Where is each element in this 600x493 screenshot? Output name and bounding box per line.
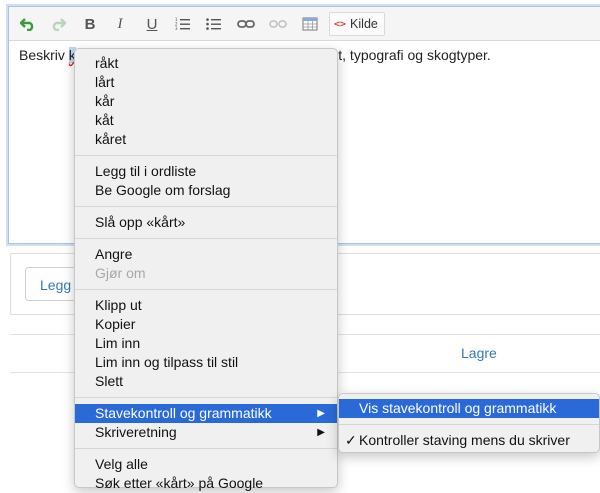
suggestion-item[interactable]: råkt	[75, 54, 337, 73]
link-icon[interactable]	[235, 13, 257, 35]
numbered-list-icon[interactable]: 123	[172, 13, 194, 35]
show-spelling-item[interactable]: Vis stavekontroll og grammatikk	[339, 399, 599, 418]
redo-item: Gjør om	[95, 265, 146, 281]
checkmark-icon: ✓	[345, 432, 357, 448]
undo-icon[interactable]	[17, 13, 39, 35]
delete-item[interactable]: Slett	[75, 372, 337, 391]
editor-text-before: Beskriv	[19, 47, 69, 63]
source-button-label: Kilde	[350, 17, 378, 31]
suggestion-item[interactable]: kår	[75, 92, 337, 111]
bold-button[interactable]: B	[79, 13, 101, 35]
menu-separator	[75, 289, 337, 290]
menu-separator	[75, 155, 337, 156]
search-google-item[interactable]: Søk etter «kårt» på Google	[75, 474, 337, 493]
add-to-dictionary-item[interactable]: Legg til i ordliste	[75, 162, 337, 181]
writing-direction-label: Skriveretning	[95, 424, 177, 440]
suggestion-item[interactable]: kåret	[75, 130, 337, 149]
submenu-arrow-icon: ▶	[317, 408, 325, 419]
undo-item[interactable]: Angre	[75, 245, 337, 264]
svg-text:3: 3	[175, 26, 178, 31]
check-while-typing-item[interactable]: ✓ Kontroller staving mens du skriver	[339, 431, 599, 450]
table-icon[interactable]	[299, 13, 321, 35]
underline-button[interactable]: U	[141, 13, 163, 35]
spelling-grammar-label: Stavekontroll og grammatikk	[95, 405, 272, 421]
source-code-icon: <>	[334, 18, 347, 30]
select-all-item[interactable]: Velg alle	[75, 455, 337, 474]
context-menu: råkt lårt kår kåt kåret Legg til i ordli…	[74, 48, 338, 491]
menu-separator	[75, 238, 337, 239]
editor-text-after: ighet, typografi og skogtyper.	[311, 47, 491, 63]
bullet-list-icon[interactable]	[203, 13, 225, 35]
editor-toolbar: B I U 123 <> Kilde	[9, 7, 600, 41]
redo-icon[interactable]	[47, 13, 69, 35]
spelling-grammar-item[interactable]: Stavekontroll og grammatikk ▶	[75, 404, 337, 423]
menu-separator	[75, 397, 337, 398]
suggestion-item[interactable]: lårt	[75, 73, 337, 92]
paste-match-style-item[interactable]: Lim inn og tilpass til stil	[75, 353, 337, 372]
italic-button[interactable]: I	[109, 13, 131, 35]
submenu-arrow-icon: ▶	[317, 427, 325, 438]
look-up-item[interactable]: Slå opp «kårt»	[75, 213, 337, 232]
cut-item[interactable]: Klipp ut	[75, 296, 337, 315]
paste-item[interactable]: Lim inn	[75, 334, 337, 353]
writing-direction-item[interactable]: Skriveretning ▶	[75, 423, 337, 442]
source-button[interactable]: <> Kilde	[329, 12, 385, 36]
suggestion-item[interactable]: kåt	[75, 111, 337, 130]
menu-separator	[339, 424, 599, 425]
copy-item[interactable]: Kopier	[75, 315, 337, 334]
save-link[interactable]: Lagre	[461, 345, 497, 361]
menu-separator	[75, 206, 337, 207]
menu-separator	[75, 448, 337, 449]
check-while-typing-label: Kontroller staving mens du skriver	[359, 432, 570, 448]
spelling-submenu: Vis stavekontroll og grammatikk ✓ Kontro…	[338, 393, 600, 453]
ask-google-item[interactable]: Be Google om forslag	[75, 181, 337, 200]
unlink-icon[interactable]	[267, 13, 289, 35]
